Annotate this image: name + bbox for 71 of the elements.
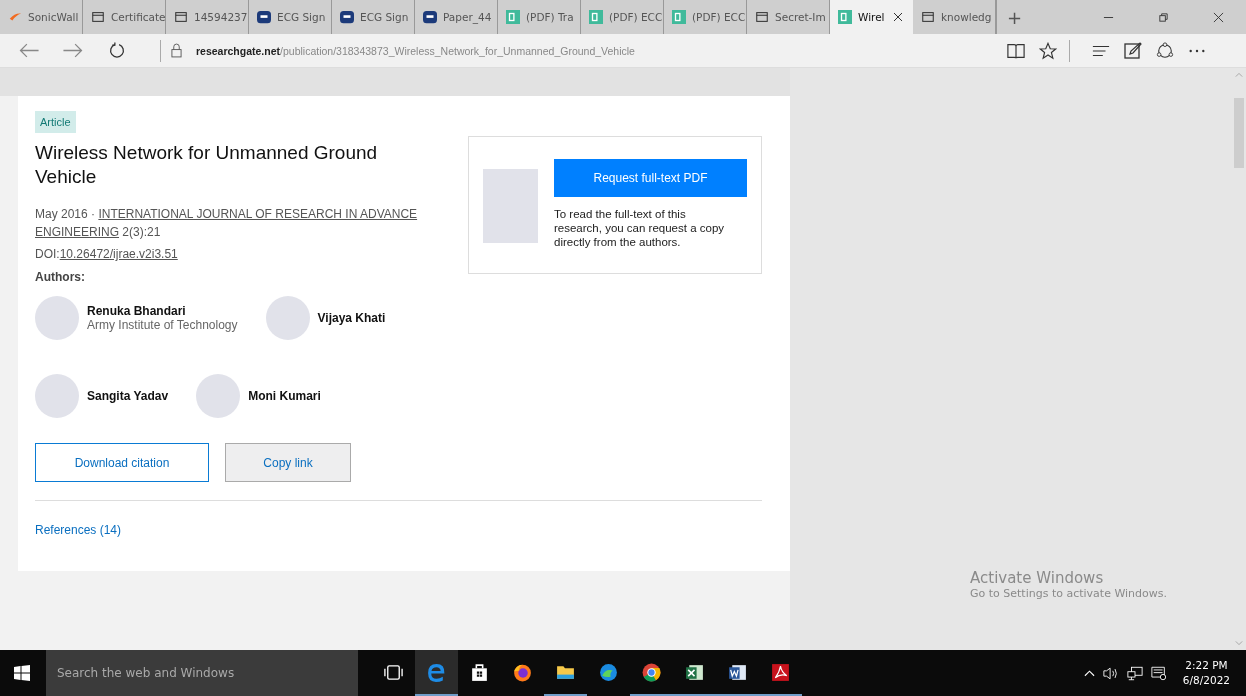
clock-time[interactable]: 2:22 PM: [1185, 658, 1228, 673]
app-logo-icon: [423, 10, 437, 24]
request-description: To read the full-text of this research, you can request a copy directly from the authors.: [554, 207, 726, 249]
activation-message: Go to Settings to activate Windows.: [970, 587, 1168, 600]
lock-icon: [171, 43, 182, 58]
tab-title: knowledg: [941, 11, 992, 23]
browser-e-icon: [426, 661, 447, 683]
chevron-up-icon[interactable]: [1083, 669, 1095, 677]
page-icon: [174, 10, 188, 24]
back-icon[interactable]: [18, 42, 40, 59]
page-icon: [921, 10, 935, 24]
article-badge: Article: [35, 111, 76, 133]
close-icon[interactable]: [1213, 11, 1224, 23]
taskbar-search-field[interactable]: Search the web and Windows: [46, 650, 358, 696]
star-icon[interactable]: [1039, 41, 1057, 60]
avatar: [196, 374, 241, 418]
tab-title: SonicWall: [28, 11, 79, 23]
speaker-icon[interactable]: [1102, 665, 1119, 681]
tab-title: Paper_44: [443, 11, 492, 23]
page-icon: [755, 10, 769, 24]
windows-start-icon[interactable]: [14, 665, 30, 681]
round-logo-icon: [641, 661, 662, 683]
app-logo-icon: [838, 10, 852, 24]
notification-icon[interactable]: [1150, 665, 1167, 681]
tab-title: ECG Sign: [277, 11, 326, 23]
tab-title: ECG Sign: [360, 11, 409, 23]
book-icon[interactable]: [1007, 41, 1025, 60]
tab-title: Wirel: [858, 11, 885, 23]
publication-info: May 2016 · INTERNATIONAL JOURNAL OF RESEARCH IN ADVANCE ENGINEERING 2(3):21: [35, 206, 419, 241]
app-logo-icon: [257, 10, 271, 24]
author-name[interactable]: Moni Kumari: [248, 389, 321, 403]
author-affiliation: Army Institute of Technology: [87, 318, 238, 332]
avatar: [265, 296, 310, 340]
restore-icon[interactable]: [1158, 11, 1169, 23]
avatar: [35, 296, 79, 340]
authors-label: Authors:: [35, 270, 85, 284]
author-name[interactable]: Renuka Bhandari: [87, 304, 238, 318]
page-icon: [91, 10, 105, 24]
network-icon[interactable]: [1126, 665, 1143, 681]
app-logo-icon: [589, 10, 603, 24]
tab-title: (PDF) Tra: [526, 11, 574, 23]
activation-title: Activate Windows: [970, 569, 1105, 587]
tab-title: (PDF) ECC: [692, 11, 746, 23]
doi-label: DOI:: [35, 247, 60, 261]
scroll-thumb[interactable]: [1234, 98, 1244, 168]
share-icon[interactable]: [1156, 41, 1174, 60]
browser-tab[interactable]: Wirel: [830, 0, 913, 34]
pdf-reader-icon: [770, 661, 791, 683]
pen-icon[interactable]: [1124, 41, 1142, 60]
app-logo-icon: [340, 10, 354, 24]
author-name[interactable]: Sangita Yadav: [87, 389, 169, 403]
tab-title: Certificate: [111, 11, 165, 23]
download-citation-button[interactable]: Download citation: [35, 443, 209, 482]
avatar: [35, 374, 79, 418]
article-title: Wireless Network for Unmanned Ground Vehicle: [35, 141, 379, 189]
forward-icon[interactable]: [62, 42, 84, 59]
tab-title: (PDF) ECC: [609, 11, 663, 23]
tab-title: Secret-Im: [775, 11, 826, 23]
request-pdf-button[interactable]: Request full-text PDF: [554, 159, 747, 197]
close-icon[interactable]: [893, 12, 903, 22]
author-name[interactable]: Vijaya Khati: [317, 311, 386, 325]
references-tab[interactable]: References (14): [35, 523, 122, 537]
clock-date[interactable]: 6/8/2022: [1182, 673, 1230, 688]
address-field[interactable]: researchgate.net/publication/318343873_Wireless_Network_for_Unmanned_Ground_Vehicle: [196, 44, 635, 57]
doi-link[interactable]: 10.26472/ijrae.v2i3.51: [59, 247, 178, 261]
copy-link-button[interactable]: Copy link: [225, 443, 351, 482]
wave-circle-icon: [598, 661, 619, 683]
shopping-bag-icon: [469, 661, 490, 683]
tab-title: 14594237: [194, 11, 248, 23]
app-logo-icon: [506, 10, 520, 24]
app-logo-icon: [672, 10, 686, 24]
